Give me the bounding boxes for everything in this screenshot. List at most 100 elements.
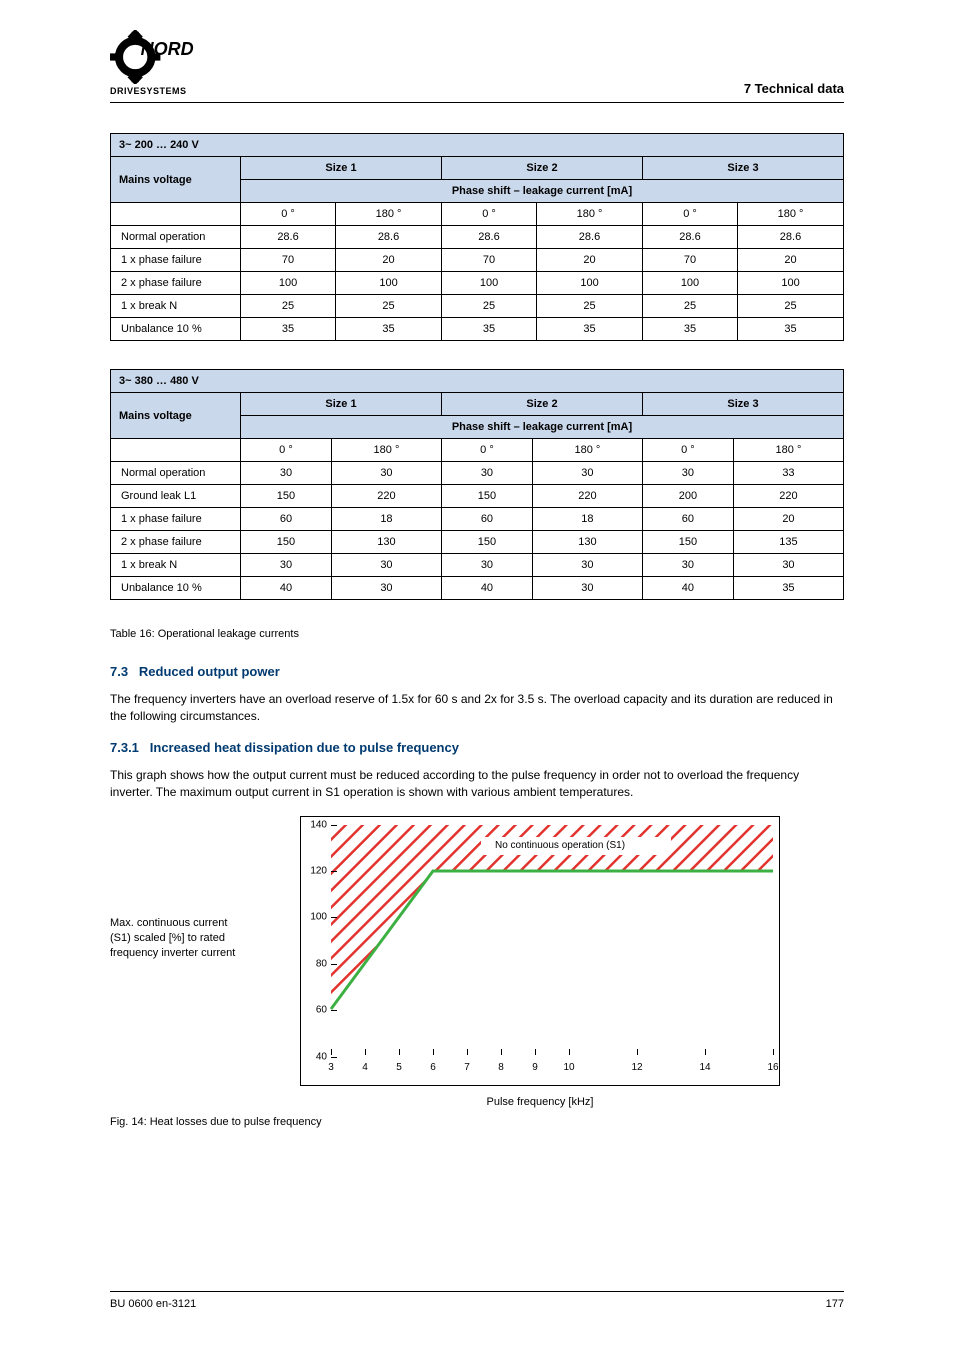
x-tick-label: 12 <box>631 1062 642 1073</box>
x-tick-label: 8 <box>498 1062 504 1073</box>
cell: 70 <box>241 249 336 272</box>
cell: 150 <box>441 531 532 554</box>
cell: 130 <box>331 531 441 554</box>
brand-tagline: DRIVESYSTEMS <box>110 86 200 96</box>
cell: 25 <box>642 295 737 318</box>
heading-7-3-1: 7.3.1 Increased heat dissipation due to … <box>110 740 844 755</box>
page-header: NORD DRIVESYSTEMS 7 Technical data <box>110 30 844 103</box>
cell: 130 <box>532 531 642 554</box>
y-tick-label: 80 <box>303 958 327 969</box>
cell: 100 <box>738 272 844 295</box>
cell: 100 <box>336 272 442 295</box>
table1-group-header: Mains voltage <box>111 157 241 203</box>
cell: 100 <box>642 272 737 295</box>
table-row: 1 x break N303030303030 <box>111 554 844 577</box>
page-footer: BU 0600 en-3121 177 <box>110 1291 844 1310</box>
cell: 100 <box>441 272 536 295</box>
chart-ylabel: Max. continuous current (S1) scaled [%] … <box>110 816 300 962</box>
table1-title: 3~ 200 … 240 V <box>111 134 844 157</box>
cell: 30 <box>642 554 733 577</box>
para-7-3: The frequency inverters have an overload… <box>110 691 844 726</box>
cell: 30 <box>331 577 441 600</box>
cell: 35 <box>537 318 643 341</box>
cell: 25 <box>241 295 336 318</box>
chart-caption: Fig. 14: Heat losses due to pulse freque… <box>110 1116 844 1128</box>
row-label: Unbalance 10 % <box>111 577 241 600</box>
cell: 30 <box>532 554 642 577</box>
row-label: Ground leak L1 <box>111 485 241 508</box>
brand-logo: NORD DRIVESYSTEMS <box>110 30 200 96</box>
x-tick-label: 9 <box>532 1062 538 1073</box>
cell: 30 <box>331 462 441 485</box>
cell: 18 <box>532 508 642 531</box>
cell: 35 <box>642 318 737 341</box>
cell: 30 <box>241 462 332 485</box>
table-row: Unbalance 10 %353535353535 <box>111 318 844 341</box>
cell: 30 <box>532 577 642 600</box>
cell: 20 <box>537 249 643 272</box>
x-tick-label: 7 <box>464 1062 470 1073</box>
th-size2: Size 2 <box>441 157 642 180</box>
table-row: Unbalance 10 %403040304035 <box>111 577 844 600</box>
cell: 33 <box>733 462 843 485</box>
table-row: Normal operation28.628.628.628.628.628.6 <box>111 226 844 249</box>
section-breadcrumb: 7 Technical data <box>744 81 844 96</box>
th-size3: Size 3 <box>642 157 843 180</box>
footer-page-number: 177 <box>826 1298 844 1310</box>
cell: 30 <box>241 554 332 577</box>
table-row: 2 x phase failure100100100100100100 <box>111 272 844 295</box>
cell: 30 <box>331 554 441 577</box>
cell: 150 <box>441 485 532 508</box>
table-row: Ground leak L1150220150220200220 <box>111 485 844 508</box>
cell: 30 <box>441 554 532 577</box>
cell: 220 <box>331 485 441 508</box>
x-tick-label: 4 <box>362 1062 368 1073</box>
cell: 40 <box>642 577 733 600</box>
cell: 220 <box>532 485 642 508</box>
cell: 40 <box>241 577 332 600</box>
cell: 30 <box>642 462 733 485</box>
x-tick-label: 10 <box>563 1062 574 1073</box>
chart-xlabel: Pulse frequency [kHz] <box>300 1096 780 1108</box>
table-row: 2 x phase failure150130150130150135 <box>111 531 844 554</box>
table2-title: 3~ 380 … 480 V <box>111 370 844 393</box>
chart-container: Max. continuous current (S1) scaled [%] … <box>110 816 844 1086</box>
y-tick-label: 40 <box>303 1051 327 1062</box>
cell: 20 <box>733 508 843 531</box>
x-tick-label: 14 <box>699 1062 710 1073</box>
th-phase-sub: Phase shift – leakage current [mA] <box>241 180 844 203</box>
cell: 30 <box>733 554 843 577</box>
row-label: 1 x break N <box>111 554 241 577</box>
row-label: 2 x phase failure <box>111 531 241 554</box>
y-tick-label: 100 <box>303 912 327 923</box>
cell: 70 <box>642 249 737 272</box>
cell: 28.6 <box>336 226 442 249</box>
cell: 35 <box>738 318 844 341</box>
cell: 28.6 <box>441 226 536 249</box>
cell: 60 <box>241 508 332 531</box>
cell: 70 <box>441 249 536 272</box>
cell: 135 <box>733 531 843 554</box>
x-tick-label: 6 <box>430 1062 436 1073</box>
table-200-240v: 3~ 200 … 240 V Mains voltage Size 1 Size… <box>110 133 844 341</box>
cell: 220 <box>733 485 843 508</box>
cell: 18 <box>331 508 441 531</box>
chart: No continuous operation (S1) 40608010012… <box>300 816 780 1086</box>
cell: 40 <box>441 577 532 600</box>
cell: 25 <box>336 295 442 318</box>
cell: 20 <box>738 249 844 272</box>
cell: 28.6 <box>642 226 737 249</box>
row-label: 2 x phase failure <box>111 272 241 295</box>
cell: 60 <box>642 508 733 531</box>
cell: 100 <box>537 272 643 295</box>
heading-7-3: 7.3 Reduced output power <box>110 664 844 679</box>
cell: 60 <box>441 508 532 531</box>
row-label: 1 x phase failure <box>111 508 241 531</box>
x-tick-label: 3 <box>328 1062 334 1073</box>
table-row: 1 x phase failure702070207020 <box>111 249 844 272</box>
cell: 150 <box>642 531 733 554</box>
cell: 150 <box>241 531 332 554</box>
cell: 28.6 <box>738 226 844 249</box>
row-label: Normal operation <box>111 226 241 249</box>
y-tick-label: 60 <box>303 1005 327 1016</box>
